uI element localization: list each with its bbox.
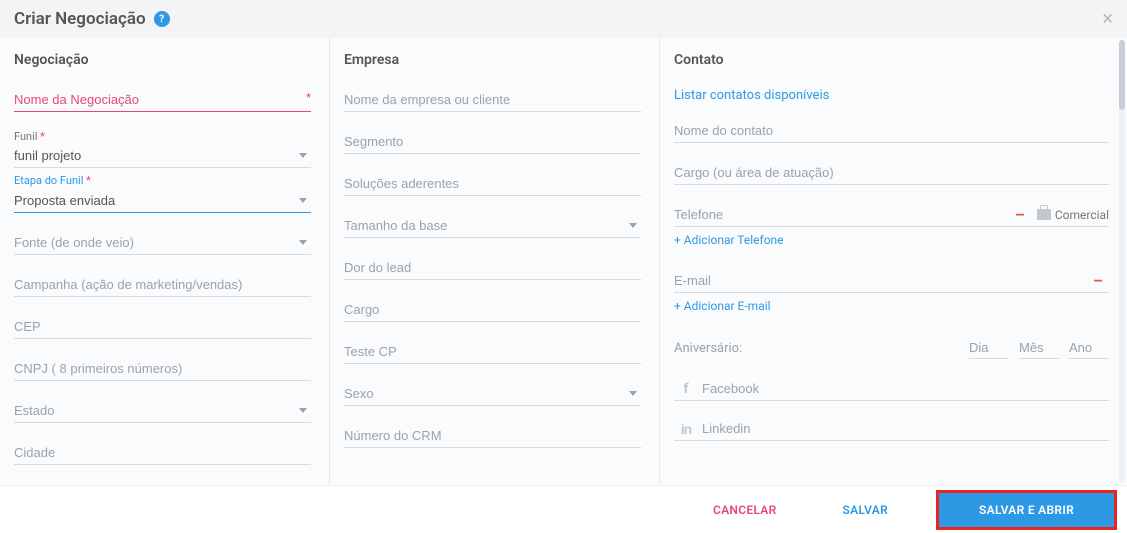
modal-body: Negociação * Funil Etapa do Funil <box>0 38 1127 485</box>
input-teste[interactable] <box>344 340 641 364</box>
field-teste <box>344 340 641 364</box>
row-linkedin: in <box>674 417 1109 441</box>
modal-header: Criar Negociação ? × <box>0 0 1127 38</box>
section-title-contato: Contato <box>674 52 1109 68</box>
row-email: – <box>674 269 1109 293</box>
field-contato-cargo <box>674 161 1109 185</box>
row-facebook: f <box>674 377 1109 401</box>
row-aniversario: Aniversário: <box>674 337 1109 359</box>
scrollbar-track <box>1119 40 1125 483</box>
field-estado <box>14 399 311 423</box>
input-crm[interactable] <box>344 424 641 448</box>
field-tamanho <box>344 214 641 238</box>
input-cidade[interactable] <box>14 441 311 465</box>
remove-email-icon[interactable]: – <box>1087 271 1109 290</box>
input-aniv-dia[interactable] <box>969 337 1009 359</box>
field-dor <box>344 256 641 280</box>
input-contato-nome[interactable] <box>674 119 1109 143</box>
field-sexo <box>344 382 641 406</box>
cancel-button[interactable]: CANCELAR <box>695 495 795 525</box>
select-tamanho[interactable] <box>344 214 641 238</box>
modal-footer: CANCELAR SALVAR SALVAR E ABRIR <box>0 485 1127 533</box>
link-add-phone[interactable]: + Adicionar Telefone <box>674 233 784 247</box>
label-aniversario: Aniversário: <box>674 341 959 356</box>
label-funil: Funil <box>14 130 311 144</box>
select-etapa[interactable] <box>14 189 311 213</box>
input-aniv-ano[interactable] <box>1069 337 1109 359</box>
column-negociacao: Negociação * Funil Etapa do Funil <box>0 38 330 485</box>
input-solucoes[interactable] <box>344 172 641 196</box>
input-telefone[interactable] <box>674 203 1009 226</box>
field-contato-nome <box>674 119 1109 143</box>
field-funil: Funil <box>14 130 311 168</box>
select-funil[interactable] <box>14 144 311 168</box>
input-campanha[interactable] <box>14 273 311 297</box>
facebook-icon: f <box>674 381 698 397</box>
input-facebook[interactable] <box>698 377 1109 400</box>
save-open-button[interactable]: SALVAR E ABRIR <box>936 490 1117 530</box>
field-crm <box>344 424 641 448</box>
input-linkedin[interactable] <box>698 417 1109 440</box>
select-sexo[interactable] <box>344 382 641 406</box>
input-cargo-empresa[interactable] <box>344 298 641 322</box>
link-add-email[interactable]: + Adicionar E-mail <box>674 299 771 313</box>
phone-type-label: Comercial <box>1055 208 1109 222</box>
scrollbar-thumb[interactable] <box>1119 40 1125 110</box>
column-empresa: Empresa <box>330 38 660 485</box>
remove-phone-icon[interactable]: – <box>1009 205 1031 224</box>
section-title-negociacao: Negociação <box>14 52 311 68</box>
input-segmento[interactable] <box>344 130 641 154</box>
field-segmento <box>344 130 641 154</box>
field-cep <box>14 315 311 339</box>
field-fonte <box>14 231 311 255</box>
input-email[interactable] <box>674 269 1087 292</box>
input-contato-cargo[interactable] <box>674 161 1109 185</box>
link-listar-contatos[interactable]: Listar contatos disponíveis <box>674 88 829 103</box>
field-nome-negociacao: * <box>14 88 311 112</box>
input-cnpj[interactable] <box>14 357 311 381</box>
field-cargo-empresa <box>344 298 641 322</box>
modal-title: Criar Negociação <box>14 9 146 29</box>
input-nome-negociacao[interactable] <box>14 88 311 112</box>
select-estado[interactable] <box>14 399 311 423</box>
field-cidade <box>14 441 311 465</box>
select-fonte[interactable] <box>14 231 311 255</box>
field-etapa: Etapa do Funil <box>14 174 311 212</box>
label-etapa: Etapa do Funil <box>14 174 311 188</box>
field-empresa-nome <box>344 88 641 112</box>
input-cep[interactable] <box>14 315 311 339</box>
briefcase-icon <box>1037 209 1051 220</box>
row-telefone: – Comercial <box>674 203 1109 227</box>
input-aniv-mes[interactable] <box>1019 337 1059 359</box>
save-button[interactable]: SALVAR <box>825 495 907 525</box>
input-dor[interactable] <box>344 256 641 280</box>
input-empresa-nome[interactable] <box>344 88 641 112</box>
field-solucoes <box>344 172 641 196</box>
field-campanha <box>14 273 311 297</box>
phone-type[interactable]: Comercial <box>1037 208 1109 222</box>
linkedin-icon: in <box>674 421 698 437</box>
close-icon[interactable]: × <box>1102 8 1113 28</box>
help-icon[interactable]: ? <box>154 11 170 27</box>
section-title-empresa: Empresa <box>344 52 641 68</box>
column-contato: Contato Listar contatos disponíveis – Co… <box>660 38 1127 485</box>
field-cnpj <box>14 357 311 381</box>
